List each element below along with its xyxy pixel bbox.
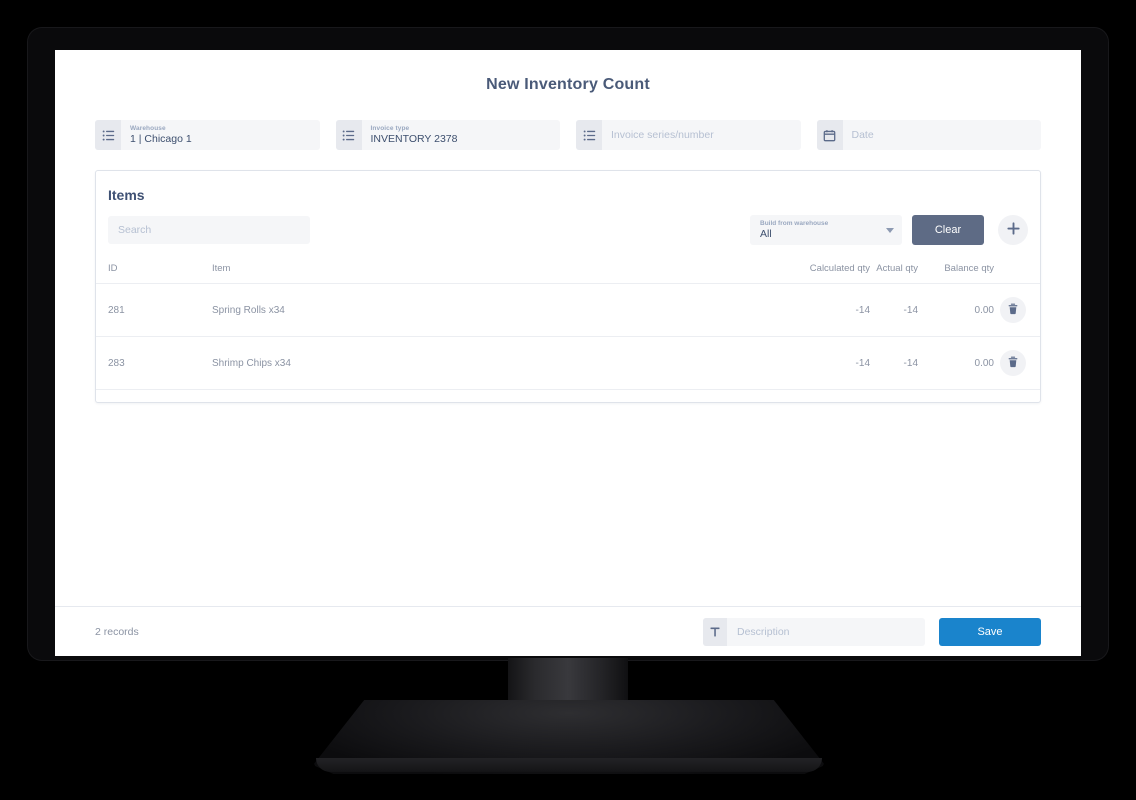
cell-calculated-qty: -14: [794, 336, 870, 390]
date-field-body: Date: [843, 120, 1042, 150]
cell-id: 281: [96, 283, 156, 337]
items-table: ID Item Calculated qty Actual qty Balanc…: [96, 257, 1040, 390]
plus-icon: [1006, 221, 1021, 239]
column-header-item[interactable]: Item: [156, 257, 794, 284]
items-title: Items: [108, 187, 145, 203]
invoice-type-field-label: Invoice type: [370, 124, 410, 132]
delete-row-button[interactable]: [1000, 350, 1026, 376]
cell-actual-qty[interactable]: -14: [870, 336, 918, 390]
cell-balance-qty: 0.00: [918, 283, 994, 337]
cell-item: Shrimp Chips x34: [156, 336, 794, 390]
delete-row-button[interactable]: [1000, 297, 1026, 323]
cell-actions: [994, 283, 1040, 337]
add-item-button[interactable]: [998, 215, 1028, 245]
text-icon: [703, 617, 727, 646]
monitor-screen: New Inventory Count Warehouse 1 | Chicag…: [55, 50, 1081, 656]
description-field[interactable]: [703, 617, 925, 646]
clear-button[interactable]: Clear: [912, 215, 984, 245]
items-toolbar: Build from warehouse All Clear: [96, 203, 1040, 245]
build-select-label: Build from warehouse: [760, 219, 829, 227]
description-input[interactable]: [727, 617, 925, 646]
table-row[interactable]: 283 Shrimp Chips x34 -14 -14 0.00: [96, 336, 1040, 390]
column-header-calculated-qty[interactable]: Calculated qty: [794, 257, 870, 284]
cell-actual-qty[interactable]: -14: [870, 283, 918, 337]
build-select-value: All: [760, 227, 772, 240]
items-card: Items Build from warehouse All Clear: [95, 170, 1041, 403]
build-select-body: Build from warehouse All: [760, 220, 880, 241]
list-icon: [335, 120, 362, 150]
warehouse-field-body: Warehouse 1 | Chicago 1: [121, 120, 320, 150]
footer-bar: 2 records Save: [55, 606, 1081, 656]
app-body: New Inventory Count Warehouse 1 | Chicag…: [55, 50, 1081, 606]
monitor-frame: New Inventory Count Warehouse 1 | Chicag…: [28, 28, 1108, 660]
list-icon: [95, 120, 121, 150]
items-table-head: ID Item Calculated qty Actual qty Balanc…: [96, 257, 1040, 284]
invoice-type-field-body: Invoice type INVENTORY 2378: [362, 120, 561, 150]
column-header-balance-qty[interactable]: Balance qty: [918, 257, 994, 284]
page-title: New Inventory Count: [486, 76, 650, 93]
invoice-type-field-value: INVENTORY 2378: [370, 132, 458, 145]
list-icon: [576, 120, 602, 150]
table-header-row: ID Item Calculated qty Actual qty Balanc…: [96, 257, 1040, 284]
trash-icon: [1007, 303, 1019, 318]
invoice-series-field-placeholder: Invoice series/number: [611, 128, 714, 141]
date-field[interactable]: Date: [816, 120, 1042, 150]
warehouse-field-value: 1 | Chicago 1: [130, 132, 192, 145]
invoice-series-field-body: Invoice series/number: [602, 120, 801, 150]
calendar-icon: [816, 120, 843, 150]
build-from-warehouse-select[interactable]: Build from warehouse All: [750, 215, 902, 245]
trash-icon: [1007, 356, 1019, 371]
cell-item: Spring Rolls x34: [156, 283, 794, 337]
cell-calculated-qty: -14: [794, 283, 870, 337]
date-field-placeholder: Date: [851, 128, 874, 141]
header-fields: Warehouse 1 | Chicago 1 Invoice type INV…: [55, 94, 1081, 150]
save-button[interactable]: Save: [939, 617, 1041, 646]
column-header-id[interactable]: ID: [96, 257, 156, 284]
column-header-actual-qty[interactable]: Actual qty: [870, 257, 918, 284]
monitor-base-lip: [316, 758, 822, 772]
warehouse-field[interactable]: Warehouse 1 | Chicago 1: [95, 120, 320, 150]
table-row[interactable]: 281 Spring Rolls x34 -14 -14 0.00: [96, 283, 1040, 337]
invoice-type-field[interactable]: Invoice type INVENTORY 2378: [335, 120, 561, 150]
column-header-actions: [994, 257, 1040, 284]
records-count: 2 records: [95, 625, 139, 638]
search-input[interactable]: [108, 216, 310, 244]
cell-balance-qty: 0.00: [918, 336, 994, 390]
cell-actions: [994, 336, 1040, 390]
items-table-body: 281 Spring Rolls x34 -14 -14 0.00 283 Sh…: [96, 283, 1040, 390]
invoice-series-field[interactable]: Invoice series/number: [576, 120, 801, 150]
inventory-count-app: New Inventory Count Warehouse 1 | Chicag…: [55, 50, 1081, 656]
warehouse-field-label: Warehouse: [130, 124, 166, 132]
cell-id: 283: [96, 336, 156, 390]
chevron-down-icon: [886, 227, 894, 233]
